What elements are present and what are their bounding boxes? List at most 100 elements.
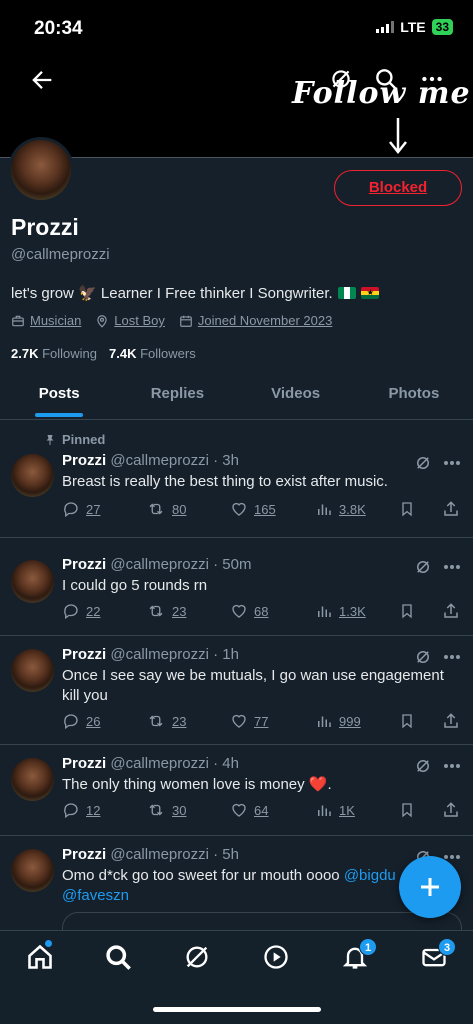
post-author[interactable]: Prozzi — [62, 452, 106, 469]
post-text: Once I see say we be mutuals, I go wan u… — [62, 667, 444, 704]
back-arrow-icon[interactable] — [28, 66, 56, 94]
compose-button[interactable] — [399, 856, 461, 918]
post-actions: 26 23 77 999 — [62, 712, 462, 734]
share-button[interactable] — [442, 712, 460, 730]
status-time: 20:34 — [34, 18, 83, 39]
mention-link[interactable]: @faveszn — [62, 887, 129, 904]
like-heart-icon — [232, 803, 246, 817]
views-button[interactable]: 3.8K — [315, 500, 366, 518]
post-author[interactable]: Prozzi — [62, 846, 106, 863]
tab-videos[interactable]: Videos — [237, 372, 355, 419]
reply-button[interactable]: 12 — [62, 801, 100, 819]
video-play-icon[interactable] — [262, 943, 290, 971]
followers-link[interactable]: 7.4K Followers — [109, 346, 196, 361]
home-indicator — [153, 1007, 321, 1012]
post-more-icon[interactable] — [443, 460, 461, 466]
category-item[interactable]: Musician — [11, 313, 81, 328]
post-avatar[interactable] — [11, 454, 54, 497]
post-text: Breast is really the best thing to exist… — [62, 473, 388, 490]
bookmark-icon — [402, 714, 412, 729]
profile-name: Prozzi — [11, 214, 79, 240]
location-label: Lost Boy — [114, 313, 165, 328]
like-button[interactable]: 165 — [230, 500, 276, 518]
post-header: Prozzi @callmeprozzi · 5h — [62, 846, 239, 863]
like-heart-icon — [232, 502, 246, 516]
search-nav-icon[interactable] — [104, 943, 132, 971]
nigeria-flag-icon — [337, 287, 356, 299]
reply-button[interactable]: 26 — [62, 712, 100, 730]
share-icon — [444, 802, 458, 817]
reply-icon — [64, 502, 78, 518]
tab-photos[interactable]: Photos — [355, 372, 473, 419]
profile-avatar[interactable] — [8, 137, 74, 203]
bookmark-button[interactable] — [399, 801, 415, 819]
profile-bio: let's grow 🦅 Learner I Free thinker I So… — [11, 284, 379, 302]
post-item[interactable]: Prozzi @callmeprozzi · 1h Once I see say … — [0, 636, 473, 745]
reply-button[interactable]: 27 — [62, 500, 100, 518]
share-button[interactable] — [442, 801, 460, 819]
calendar-icon — [180, 315, 192, 327]
post-avatar[interactable] — [11, 649, 54, 692]
repost-icon — [149, 605, 163, 617]
like-button[interactable]: 68 — [230, 602, 268, 620]
like-button[interactable]: 77 — [230, 712, 268, 730]
views-button[interactable]: 999 — [315, 712, 361, 730]
location-pin-icon — [97, 314, 107, 328]
share-button[interactable] — [442, 602, 460, 620]
grok-icon[interactable] — [414, 454, 432, 472]
post-item[interactable]: Prozzi @callmeprozzi · 3h Breast is reall… — [0, 424, 473, 538]
post-author[interactable]: Prozzi — [62, 556, 106, 573]
grok-nav-icon[interactable] — [183, 943, 211, 971]
blocked-button[interactable]: Blocked — [334, 170, 462, 206]
repost-button[interactable]: 30 — [146, 801, 186, 819]
grok-icon[interactable] — [414, 558, 432, 576]
briefcase-icon — [12, 315, 24, 326]
post-author[interactable]: Prozzi — [62, 646, 106, 663]
like-heart-icon — [232, 714, 246, 728]
reply-icon — [64, 803, 78, 819]
share-button[interactable] — [442, 500, 460, 518]
following-link[interactable]: 2.7K Following — [11, 346, 97, 361]
profile-handle: @callmeprozzi — [11, 246, 110, 263]
post-author[interactable]: Prozzi — [62, 755, 106, 772]
battery-icon: 33 — [431, 19, 453, 35]
grok-icon[interactable] — [414, 757, 432, 775]
views-button[interactable]: 1.3K — [315, 602, 366, 620]
repost-button[interactable]: 23 — [146, 602, 186, 620]
bookmark-button[interactable] — [399, 602, 415, 620]
post-more-icon[interactable] — [443, 763, 461, 769]
repost-button[interactable]: 80 — [146, 500, 186, 518]
reply-icon — [64, 714, 78, 730]
location-item[interactable]: Lost Boy — [95, 313, 165, 328]
share-icon — [444, 713, 458, 728]
post-item[interactable]: Prozzi @callmeprozzi · 4h The only thing … — [0, 745, 473, 836]
tab-posts[interactable]: Posts — [0, 372, 118, 419]
grok-icon[interactable] — [414, 648, 432, 666]
post-avatar[interactable] — [11, 758, 54, 801]
category-label: Musician — [30, 313, 82, 328]
bookmark-button[interactable] — [399, 500, 415, 518]
repost-button[interactable]: 23 — [146, 712, 186, 730]
share-icon — [444, 501, 458, 516]
post-header: Prozzi @callmeprozzi · 4h — [62, 755, 239, 772]
home-icon[interactable] — [26, 943, 54, 971]
home-notification-dot — [45, 940, 52, 947]
repost-icon — [149, 804, 163, 816]
mention-link[interactable]: @bigdu — [344, 867, 396, 884]
post-avatar[interactable] — [11, 849, 54, 892]
post-header: Prozzi @callmeprozzi · 1h — [62, 646, 239, 663]
post-more-icon[interactable] — [443, 854, 461, 860]
post-item[interactable]: Prozzi @callmeprozzi · 50m I could go 5 r… — [0, 538, 473, 636]
like-button[interactable]: 64 — [230, 801, 268, 819]
bookmark-button[interactable] — [399, 712, 415, 730]
tab-replies[interactable]: Replies — [118, 372, 236, 419]
joined-item[interactable]: Joined November 2023 — [179, 313, 332, 328]
post-avatar[interactable] — [11, 560, 54, 603]
post-header: Prozzi @callmeprozzi · 3h — [62, 452, 239, 469]
post-more-icon[interactable] — [443, 564, 461, 570]
reply-button[interactable]: 22 — [62, 602, 100, 620]
views-button[interactable]: 1K — [315, 801, 355, 819]
post-more-icon[interactable] — [443, 654, 461, 660]
reply-icon — [64, 604, 78, 620]
repost-icon — [149, 503, 163, 515]
